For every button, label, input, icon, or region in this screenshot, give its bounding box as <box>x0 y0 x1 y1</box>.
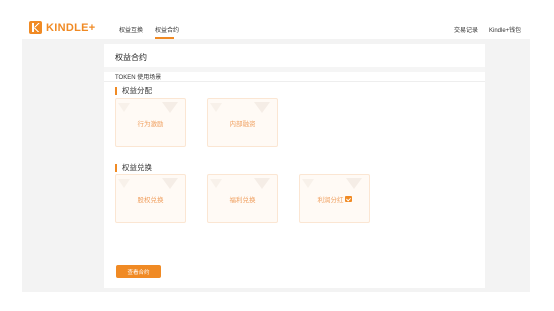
nav-item-rights-contract[interactable]: 权益合约 <box>155 25 179 34</box>
card-welfare-exchange[interactable]: 福利兑换 <box>207 174 278 223</box>
decorative-triangle-icon <box>210 103 222 112</box>
card-behavior-incentive[interactable]: 行为激励 <box>115 98 186 147</box>
section-heading-label: 权益分配 <box>122 86 152 95</box>
decorative-triangle-icon <box>162 178 178 189</box>
card-profit-dividend[interactable]: 利润分红 <box>299 174 370 223</box>
decorative-triangle-icon <box>162 102 178 113</box>
card-equity-exchange[interactable]: 股权兑换 <box>115 174 186 223</box>
checkmark-icon <box>344 195 352 202</box>
brand-name: KINDLE+ <box>46 21 96 34</box>
section-accent-bar <box>115 163 117 172</box>
nav-item-wallet[interactable]: Kindle+钱包 <box>489 25 521 34</box>
card-internal-financing[interactable]: 内部融资 <box>207 98 278 147</box>
brand-logo[interactable]: KINDLE+ <box>29 21 95 34</box>
card-label: 行为激励 <box>137 120 164 128</box>
decorative-triangle-icon <box>346 178 362 189</box>
decorative-triangle-icon <box>254 102 270 113</box>
card-label: 内部融资 <box>229 120 256 128</box>
card-label-text: 利润分红 <box>317 196 344 204</box>
decorative-triangle-icon <box>302 179 314 188</box>
decorative-triangle-icon <box>118 103 130 112</box>
card-label: 利润分红 <box>318 194 352 204</box>
nav-item-rights-swap[interactable]: 权益互换 <box>119 25 143 34</box>
decorative-triangle-icon <box>210 179 222 188</box>
nav-item-transaction-records[interactable]: 交易记录 <box>454 25 478 34</box>
page-title: 权益合约 <box>115 53 147 62</box>
decorative-triangle-icon <box>254 178 270 189</box>
kindle-logo-icon <box>29 21 42 34</box>
section-heading-rights-exchange: 权益兑换 <box>115 162 152 173</box>
view-contract-button[interactable]: 查看合约 <box>116 265 161 278</box>
token-usage-subtitle: TOKEN 使用场景 <box>115 75 162 81</box>
divider <box>104 81 485 82</box>
top-navigation: KINDLE+ 权益互换 权益合约 交易记录 Kindle+钱包 <box>0 0 554 39</box>
rights-contract-panel: 权益合约 TOKEN 使用场景 权益分配 行为激励 内部融资 权益兑换 股权兑换… <box>104 44 485 288</box>
card-label: 福利兑换 <box>229 196 256 204</box>
section-heading-label: 权益兑换 <box>122 163 152 172</box>
decorative-triangle-icon <box>118 179 130 188</box>
card-label: 股权兑换 <box>137 196 164 204</box>
section-heading-rights-distribution: 权益分配 <box>115 85 152 96</box>
section-accent-bar <box>115 86 117 95</box>
